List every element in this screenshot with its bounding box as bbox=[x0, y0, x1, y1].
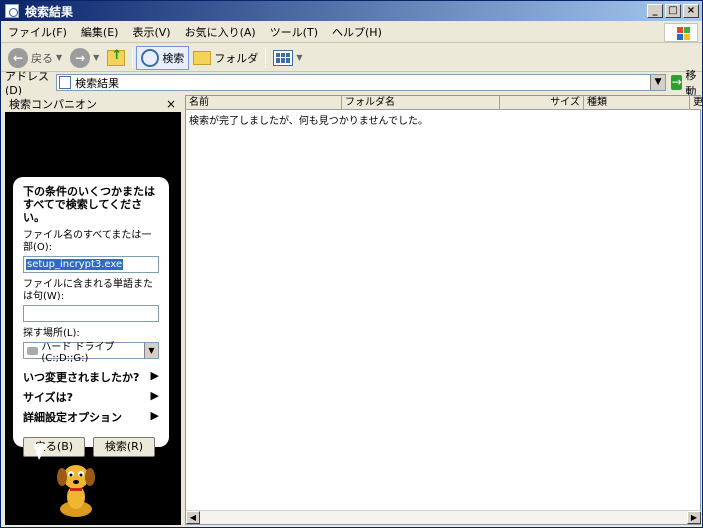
menu-favorites[interactable]: お気に入り(A) bbox=[178, 24, 263, 40]
results-pane: 名前 フォルダ名 サイズ 種類 更 検索が完了しましたが、何も見つかりませんでし… bbox=[185, 95, 703, 525]
folder-icon bbox=[193, 50, 212, 65]
address-dropdown-icon[interactable]: ▼ bbox=[650, 75, 666, 90]
column-size[interactable]: サイズ bbox=[500, 96, 584, 109]
column-name[interactable]: 名前 bbox=[186, 96, 342, 109]
horizontal-scrollbar[interactable]: ◀ ▶ bbox=[186, 510, 701, 524]
address-bar: アドレス(D) 検索結果 ▼ → 移動 bbox=[1, 69, 702, 98]
forward-dropdown-icon[interactable]: ▼ bbox=[93, 53, 99, 62]
menu-tools[interactable]: ツール(T) bbox=[263, 24, 325, 40]
expand-arrow-icon: ▶ bbox=[150, 369, 159, 382]
views-icon bbox=[273, 49, 294, 66]
search-question: 下の条件のいくつかまたはすべてで検索してください。 bbox=[23, 185, 155, 224]
option-modified-date[interactable]: いつ変更されましたか? ▶ bbox=[23, 369, 159, 385]
companion-search-button[interactable]: 検索(R) bbox=[93, 437, 155, 457]
back-arrow-icon: ← bbox=[8, 47, 28, 68]
menu-bar: ファイル(F) 編集(E) 表示(V) お気に入り(A) ツール(T) ヘルプ(… bbox=[1, 22, 702, 43]
menu-file[interactable]: ファイル(F) bbox=[1, 24, 74, 40]
back-button[interactable]: ← 戻る ▼ bbox=[4, 46, 66, 70]
close-button[interactable]: × bbox=[683, 4, 699, 18]
back-dropdown-icon[interactable]: ▼ bbox=[56, 53, 62, 62]
words-label: ファイルに含まれる単語または句(W): bbox=[23, 279, 153, 302]
results-column-headers: 名前 フォルダ名 サイズ 種類 更 bbox=[186, 96, 703, 110]
forward-button[interactable]: → ▼ bbox=[66, 46, 103, 70]
views-button[interactable]: ▼ bbox=[269, 46, 306, 70]
search-icon bbox=[141, 48, 160, 67]
minimize-button[interactable]: _ bbox=[647, 4, 663, 18]
column-type[interactable]: 種類 bbox=[584, 96, 690, 109]
views-dropdown-icon[interactable]: ▼ bbox=[296, 53, 302, 62]
explorer-window: 検索結果 _ □ × ファイル(F) 編集(E) 表示(V) お気に入り(A) … bbox=[0, 0, 703, 528]
column-folder[interactable]: フォルダ名 bbox=[342, 96, 500, 109]
expand-arrow-icon: ▶ bbox=[150, 409, 159, 422]
column-modified[interactable]: 更 bbox=[690, 96, 703, 109]
empty-results-message: 検索が完了しましたが、何も見つかりませんでした。 bbox=[189, 116, 428, 127]
toolbar: ← 戻る ▼ → ▼ 検索 フォルダ ▼ bbox=[1, 44, 702, 72]
search-button[interactable]: 検索 bbox=[136, 45, 190, 70]
search-results-icon bbox=[59, 76, 72, 89]
location-select[interactable]: ハード ドライブ (C:;D:;G:) ▼ bbox=[23, 342, 159, 364]
go-arrow-icon: → bbox=[671, 75, 683, 90]
forward-arrow-icon: → bbox=[70, 47, 91, 68]
maximize-button[interactable]: □ bbox=[665, 4, 681, 18]
menu-view[interactable]: 表示(V) bbox=[125, 24, 177, 40]
search-companion-title: 検索コンパニオン bbox=[9, 97, 97, 111]
option-advanced-label: 詳細設定オプション bbox=[23, 411, 122, 424]
toolbar-separator bbox=[265, 47, 267, 68]
expand-arrow-icon: ▶ bbox=[150, 389, 159, 402]
scroll-left-icon[interactable]: ◀ bbox=[186, 511, 200, 524]
search-companion-header: 検索コンパニオン × bbox=[5, 95, 181, 112]
option-modified-date-label: いつ変更されましたか? bbox=[23, 371, 140, 384]
option-advanced[interactable]: 詳細設定オプション ▶ bbox=[23, 409, 159, 425]
up-folder-button[interactable] bbox=[103, 46, 129, 70]
go-label: 移動 bbox=[685, 68, 697, 98]
bubble-tail bbox=[33, 444, 47, 460]
hard-drive-icon bbox=[27, 346, 39, 355]
address-value: 検索結果 bbox=[75, 76, 120, 90]
menu-edit[interactable]: 編集(E) bbox=[74, 24, 126, 40]
location-dropdown-icon[interactable]: ▼ bbox=[144, 343, 158, 358]
address-label: アドレス(D) bbox=[5, 70, 49, 97]
option-size-label: サイズは? bbox=[23, 391, 74, 404]
window-title: 検索結果 bbox=[25, 4, 74, 19]
filename-label: ファイル名のすべてまたは一部(O): bbox=[23, 230, 152, 253]
windows-logo-icon bbox=[664, 23, 698, 42]
search-dog-icon[interactable] bbox=[53, 461, 99, 519]
search-companion-pane: 検索コンパニオン × 下の条件のいくつかまたはすべてで検索してください。 ファイ… bbox=[5, 95, 181, 525]
filename-value: setup_incrypt3.exe bbox=[26, 259, 124, 270]
option-size[interactable]: サイズは? ▶ bbox=[23, 389, 159, 405]
address-field[interactable]: 検索結果 ▼ bbox=[56, 74, 667, 91]
search-bubble: 下の条件のいくつかまたはすべてで検索してください。 ファイル名のすべてまたは一部… bbox=[13, 177, 169, 457]
folders-button[interactable]: フォルダ bbox=[189, 46, 262, 70]
back-label: 戻る bbox=[31, 51, 53, 65]
folders-label: フォルダ bbox=[214, 51, 259, 65]
scroll-right-icon[interactable]: ▶ bbox=[687, 511, 701, 524]
title-bar[interactable]: 検索結果 _ □ × bbox=[1, 1, 702, 21]
menu-help[interactable]: ヘルプ(H) bbox=[325, 24, 389, 40]
search-label: 検索 bbox=[162, 51, 185, 65]
go-button[interactable]: → 移動 bbox=[671, 67, 702, 99]
filename-input[interactable]: setup_incrypt3.exe bbox=[23, 256, 159, 273]
close-pane-icon[interactable]: × bbox=[166, 97, 176, 111]
words-input[interactable] bbox=[23, 305, 159, 322]
search-results-icon bbox=[5, 4, 19, 18]
toolbar-separator bbox=[132, 47, 134, 68]
location-value: ハード ドライブ (C:;D:;G:) bbox=[41, 341, 115, 364]
up-folder-icon bbox=[107, 48, 126, 66]
